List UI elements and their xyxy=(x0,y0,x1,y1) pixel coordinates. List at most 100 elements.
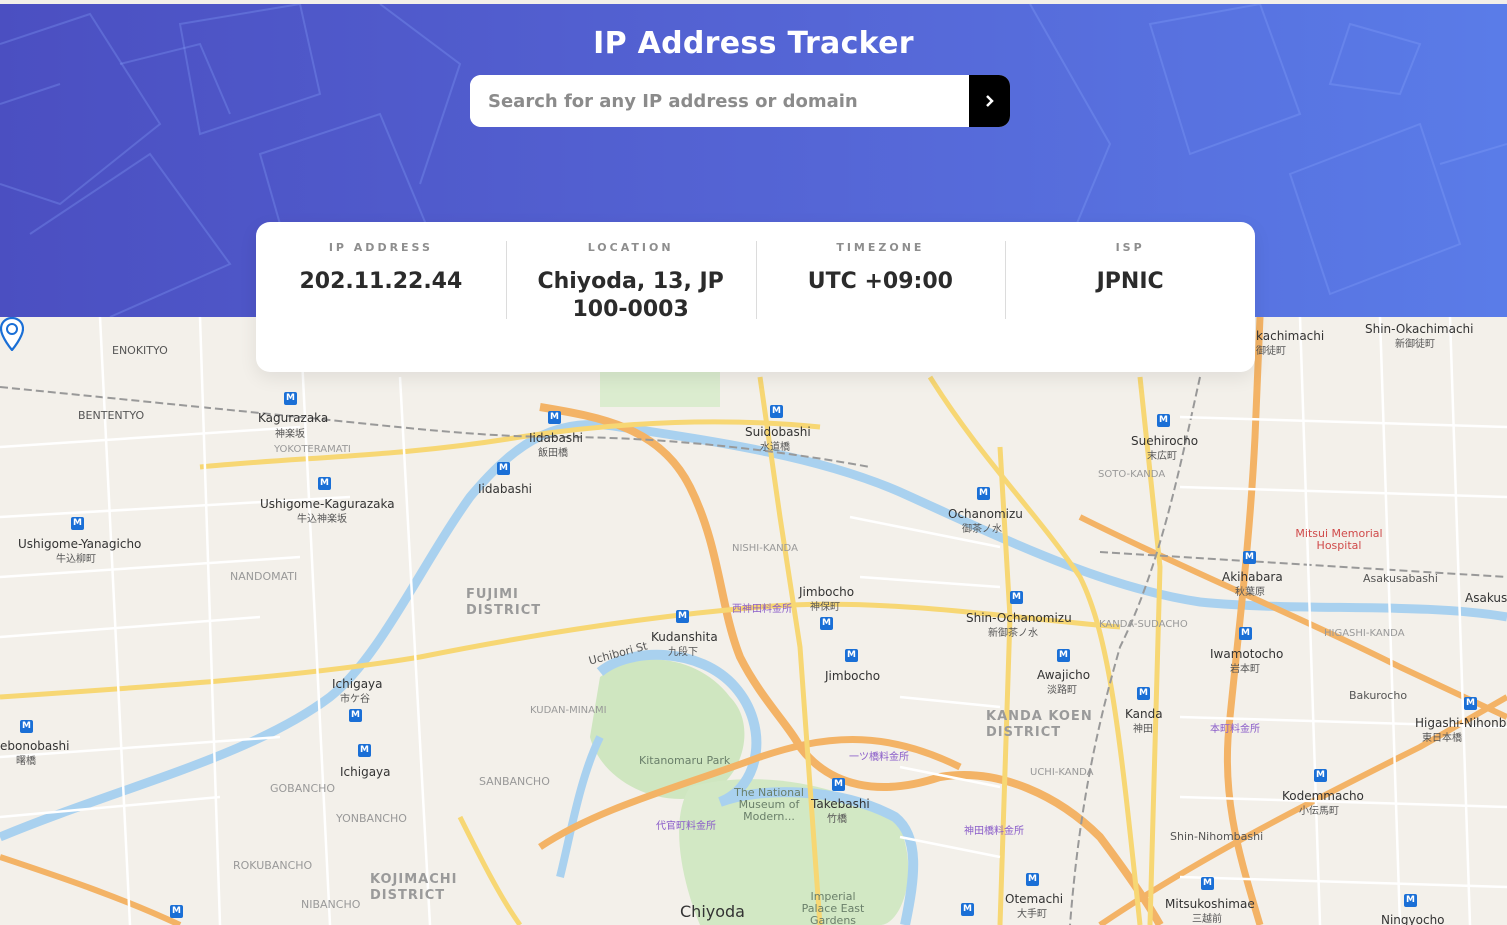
map-label-sanbancho: SANBANCHO xyxy=(479,775,550,788)
map-label-daikancho-toll: 代官町料金所 xyxy=(656,821,716,832)
metro-station-icon[interactable]: M xyxy=(349,709,362,722)
map-label-kanda-sudacho: KANDA-SUDACHO xyxy=(1099,619,1188,630)
ip-address-value: 202.11.22.44 xyxy=(299,269,463,294)
map-label-bakurocho: Bakurocho xyxy=(1349,689,1408,702)
search-submit-button[interactable] xyxy=(969,75,1010,127)
map-label-iwamotocho: Iwamotocho xyxy=(1210,647,1284,661)
map-label-national-museum: The National Museum of Modern... xyxy=(734,786,804,823)
metro-station-icon[interactable]: M xyxy=(1057,649,1070,662)
map-label-akihabara-jp: 秋葉原 xyxy=(1235,587,1265,598)
map-label-suidobashi-jp: 水道橋 xyxy=(760,442,790,453)
map-view[interactable]: ENOKITYO BENTENTYO Kagurazaka 神楽坂 YOKOTE… xyxy=(0,317,1507,925)
map-label-asakus: Asakus xyxy=(1465,591,1507,605)
metro-station-icon[interactable]: M xyxy=(1314,769,1327,782)
page-title: IP Address Tracker xyxy=(593,26,914,61)
location-label: LOCATION xyxy=(587,241,674,254)
map-label-ichigaya-jp: 市ケ谷 xyxy=(340,694,370,705)
metro-station-icon[interactable]: M xyxy=(1404,894,1417,907)
map-label-enokityo: ENOKITYO xyxy=(112,344,168,357)
map-label-okachimachi: kachimachi xyxy=(1256,329,1325,343)
metro-station-icon[interactable]: M xyxy=(497,462,510,475)
map-label-akihabara: Akihabara xyxy=(1222,570,1283,584)
map-label-rokubancho: ROKUBANCHO xyxy=(233,859,313,872)
metro-station-icon[interactable]: M xyxy=(845,649,858,662)
map-label-jimbocho-jp: 神保町 xyxy=(810,602,840,613)
search-bar xyxy=(470,75,1010,127)
map-label-ochanomizu: Ochanomizu xyxy=(948,507,1023,521)
map-label-suidobashi: Suidobashi xyxy=(745,425,811,439)
map-label-ushigome-kagurazaka-jp: 牛込神楽坂 xyxy=(297,514,347,525)
map-label-imperial-palace: Imperial Palace East Gardens xyxy=(801,890,865,925)
metro-station-icon[interactable]: M xyxy=(20,720,33,733)
map-label-kanda-koen-district: KANDA KOEN DISTRICT xyxy=(986,709,1093,740)
map-label-shin-nihombashi: Shin-Nihombashi xyxy=(1170,830,1264,843)
map-label-otemachi-jp: 大手町 xyxy=(1017,909,1047,920)
map-background xyxy=(0,317,1507,925)
metro-station-icon[interactable]: M xyxy=(71,517,84,530)
map-label-kudan-minami: KUDAN-MINAMI xyxy=(530,705,607,716)
metro-station-icon[interactable]: M xyxy=(1464,697,1477,710)
search-input[interactable] xyxy=(470,75,969,127)
map-label-higashi-kanda: HIGASHI-KANDA xyxy=(1324,628,1405,639)
map-label-awajicho-jp: 淡路町 xyxy=(1047,685,1077,696)
map-label-ichigaya: Ichigaya xyxy=(332,677,383,691)
map-label-ningyocho: Ningyocho xyxy=(1381,913,1445,925)
map-label-shin-okachimachi-jp: 新御徒町 xyxy=(1395,339,1435,350)
metro-station-icon[interactable]: M xyxy=(676,610,689,623)
map-label-higashi-nihonbashi-jp: 東日本橋 xyxy=(1422,733,1462,744)
metro-station-icon[interactable]: M xyxy=(1201,877,1214,890)
location-marker-icon[interactable] xyxy=(0,317,24,351)
map-label-mitsukoshimae-jp: 三越前 xyxy=(1192,914,1222,925)
metro-station-icon[interactable]: M xyxy=(1010,591,1023,604)
map-label-iidabashi-jp: 飯田橋 xyxy=(538,448,568,459)
map-label-honcho-toll: 本町料金所 xyxy=(1210,724,1260,735)
map-label-shin-ochanomizu: Shin-Ochanomizu xyxy=(966,611,1072,625)
metro-station-icon[interactable]: M xyxy=(1157,414,1170,427)
map-label-jimbocho: Jimbocho xyxy=(799,585,855,599)
map-label-kodemmacho: Kodemmacho xyxy=(1282,789,1364,803)
map-label-awajicho: Awajicho xyxy=(1037,668,1091,682)
map-label-suehirocho: Suehirocho xyxy=(1131,434,1199,448)
map-label-gobancho: GOBANCHO xyxy=(270,782,336,795)
map-label-nandomati: NANDOMATI xyxy=(230,570,298,583)
timezone-value: UTC +09:00 xyxy=(807,269,953,294)
info-card: IP ADDRESS 202.11.22.44 LOCATION Chiyoda… xyxy=(256,222,1255,372)
map-label-suehirocho-jp: 末広町 xyxy=(1147,451,1177,462)
metro-station-icon[interactable]: M xyxy=(1137,687,1150,700)
metro-station-icon[interactable]: M xyxy=(770,405,783,418)
map-label-okachimachi-jp: 御徒町 xyxy=(1256,346,1286,357)
map-label-higashi-nihonbashi: Higashi-Nihonba xyxy=(1415,716,1507,730)
map-label-takebashi: Takebashi xyxy=(811,797,870,811)
isp-label: ISP xyxy=(1115,241,1145,254)
metro-station-icon[interactable]: M xyxy=(1239,627,1252,640)
metro-station-icon[interactable]: M xyxy=(1243,551,1256,564)
metro-station-icon[interactable]: M xyxy=(284,392,297,405)
map-label-nibancho: NIBANCHO xyxy=(301,898,361,911)
map-label-kojimachi-district: KOJIMACHI DISTRICT xyxy=(370,872,458,903)
metro-station-icon[interactable]: M xyxy=(358,744,371,757)
map-label-kudanshita: Kudanshita xyxy=(651,630,718,644)
map-label-kudanshita-jp: 九段下 xyxy=(668,647,698,658)
map-label-nishi-kanda: NISHI-KANDA xyxy=(732,543,798,554)
chevron-right-icon xyxy=(985,95,994,107)
metro-station-icon[interactable]: M xyxy=(832,778,845,791)
map-label-takebashi-jp: 竹橋 xyxy=(827,814,847,825)
metro-station-icon[interactable]: M xyxy=(1026,873,1039,886)
metro-station-icon[interactable]: M xyxy=(548,411,561,424)
map-label-shin-okachimachi: Shin-Okachimachi xyxy=(1365,322,1474,336)
map-label-ebonobashi: ebonobashi xyxy=(0,739,70,753)
map-label-yonbancho: YONBANCHO xyxy=(336,812,407,825)
map-label-kodemmacho-jp: 小伝馬町 xyxy=(1299,806,1339,817)
metro-station-icon[interactable]: M xyxy=(961,903,974,916)
metro-station-icon[interactable]: M xyxy=(170,905,183,918)
map-label-kagurazaka: Kagurazaka xyxy=(258,411,329,425)
map-label-iidabashi-2: Iidabashi xyxy=(478,482,533,496)
map-label-iidabashi: Iidabashi xyxy=(529,431,584,445)
map-label-mitsukoshimae: Mitsukoshimae xyxy=(1165,897,1255,911)
metro-station-icon[interactable]: M xyxy=(318,477,331,490)
map-label-jimbocho-2: Jimbocho xyxy=(825,669,881,683)
map-label-ushigome-kagurazaka: Ushigome-Kagurazaka xyxy=(260,497,395,511)
metro-station-icon[interactable]: M xyxy=(977,487,990,500)
map-label-asakusabashi: Asakusabashi xyxy=(1363,572,1438,585)
metro-station-icon[interactable]: M xyxy=(820,617,833,630)
